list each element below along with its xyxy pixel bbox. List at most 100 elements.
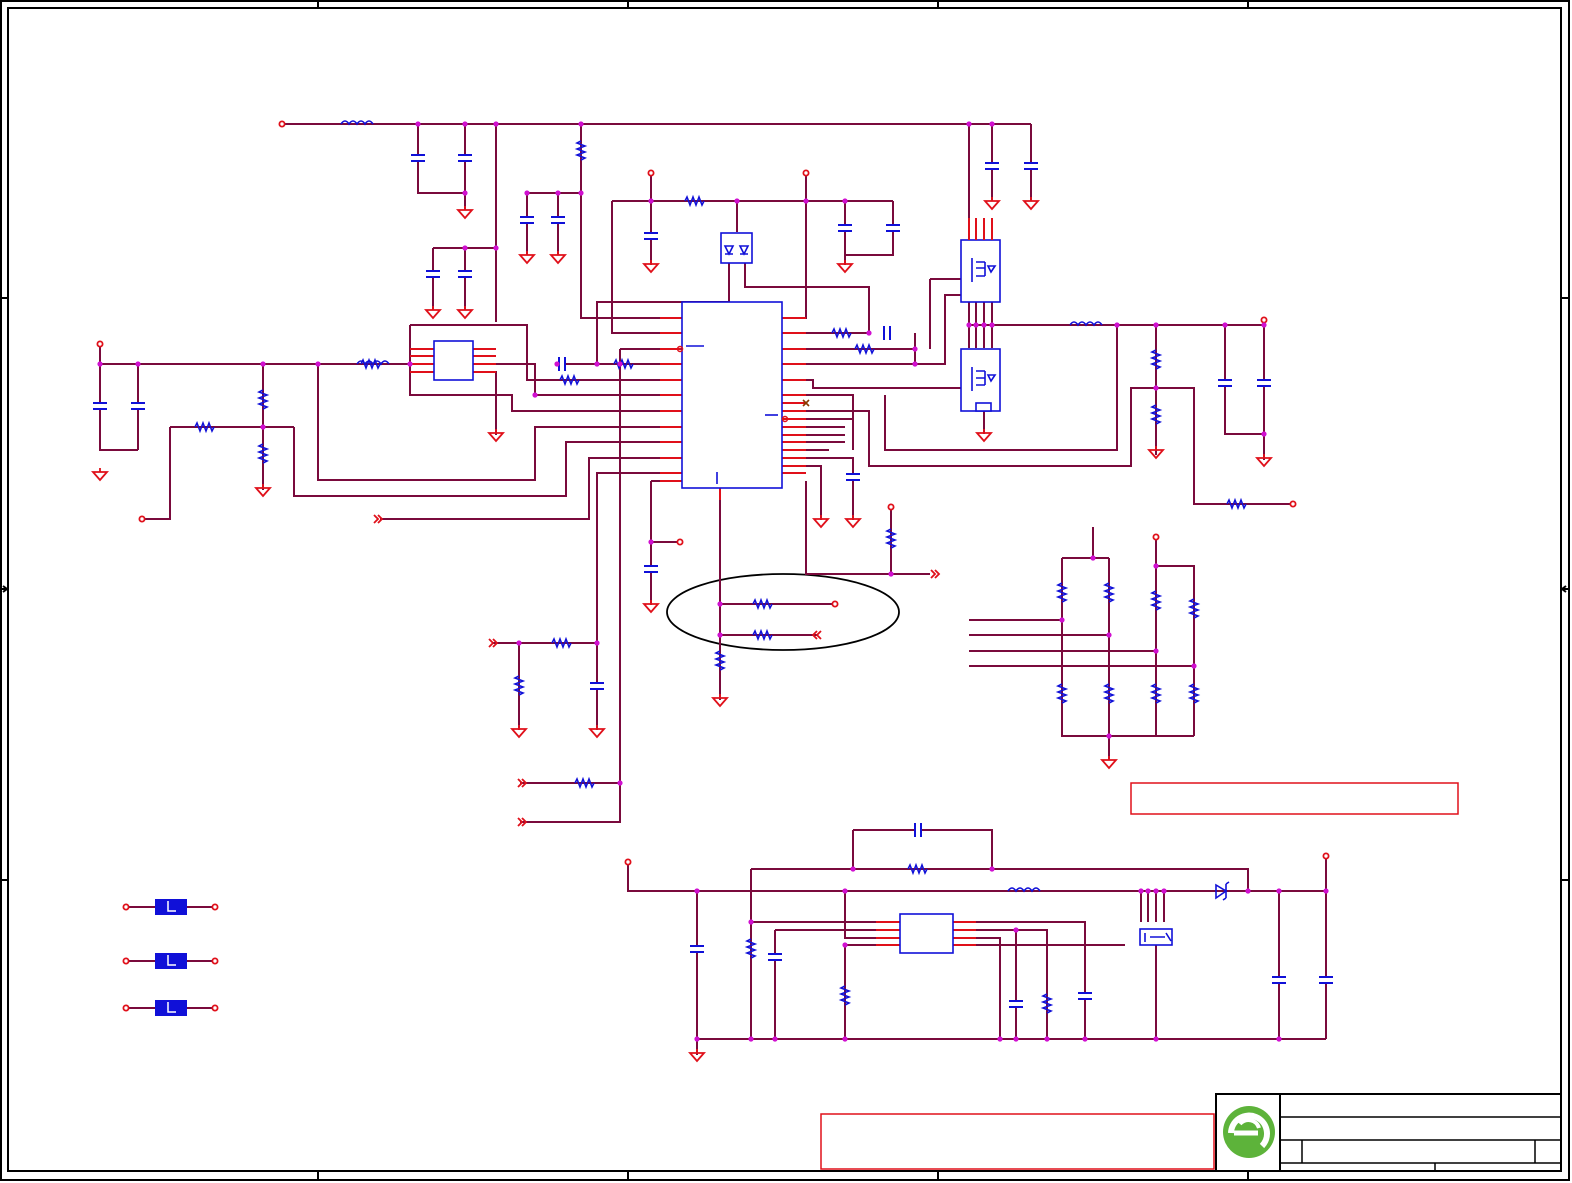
net-port bbox=[887, 503, 895, 511]
ground-icon bbox=[983, 197, 1001, 211]
junction-dot bbox=[415, 121, 421, 127]
note-box-right bbox=[1130, 782, 1459, 815]
ground-icon bbox=[91, 468, 109, 482]
junction-dot bbox=[1106, 733, 1112, 739]
capacitor-symbol bbox=[885, 224, 901, 232]
port-arrow-icon bbox=[930, 569, 941, 579]
port-arrow-icon bbox=[373, 514, 384, 524]
sheet-frame bbox=[0, 0, 1570, 1181]
net-port bbox=[211, 903, 219, 911]
ground-icon bbox=[549, 251, 567, 265]
resistor-symbol bbox=[574, 140, 588, 161]
net-port bbox=[831, 600, 839, 608]
junction-dot bbox=[989, 866, 995, 872]
junction-dot bbox=[532, 392, 538, 398]
junction-dot bbox=[594, 361, 600, 367]
capacitor-symbol bbox=[1077, 992, 1093, 1000]
resistor-symbol bbox=[1149, 683, 1163, 704]
resistor-symbol bbox=[752, 597, 773, 611]
capacitor-symbol bbox=[689, 945, 705, 953]
junction-dot bbox=[1013, 1036, 1019, 1042]
net-port bbox=[138, 515, 146, 523]
resistor-symbol bbox=[1187, 683, 1201, 704]
ground-icon bbox=[812, 515, 830, 529]
resistor-symbol bbox=[884, 528, 898, 549]
ground-icon bbox=[456, 306, 474, 320]
capacitor-symbol bbox=[883, 325, 891, 341]
junction-dot bbox=[717, 601, 723, 607]
capacitor-symbol bbox=[1318, 976, 1334, 984]
capacitor-symbol bbox=[1271, 976, 1287, 984]
resistor-symbol bbox=[1102, 582, 1116, 603]
junction-dot bbox=[717, 632, 723, 638]
capacitor-symbol bbox=[914, 822, 922, 838]
junction-dot bbox=[493, 121, 499, 127]
dual-diode bbox=[720, 232, 753, 264]
junction-dot bbox=[1261, 431, 1267, 437]
capacitor-symbol bbox=[457, 270, 473, 278]
junction-dot bbox=[462, 190, 468, 196]
ground-icon bbox=[510, 725, 528, 739]
junction-dot bbox=[842, 942, 848, 948]
ground-icon bbox=[1022, 197, 1040, 211]
port-arrow-icon bbox=[517, 778, 528, 788]
net-port bbox=[1322, 852, 1330, 860]
junction-dot bbox=[1276, 1036, 1282, 1042]
junction-dot bbox=[842, 198, 848, 204]
junction-dot bbox=[516, 640, 522, 646]
junction-dot bbox=[888, 571, 894, 577]
junction-dot bbox=[1222, 322, 1228, 328]
junction-dot bbox=[260, 424, 266, 430]
ground-icon bbox=[642, 600, 660, 614]
junction-dot bbox=[803, 198, 809, 204]
junction-dot bbox=[748, 919, 754, 925]
junction-dot bbox=[748, 1036, 754, 1042]
junction-dot bbox=[617, 361, 623, 367]
title-block bbox=[1215, 1093, 1562, 1172]
capacitor-symbol bbox=[837, 224, 853, 232]
input-ic bbox=[433, 340, 474, 381]
highlight-ellipse bbox=[666, 573, 900, 651]
net-port bbox=[676, 538, 684, 546]
junction-dot bbox=[407, 361, 413, 367]
high-side-mosfet bbox=[960, 218, 1001, 303]
ground-icon bbox=[1100, 756, 1118, 770]
resistor-symbol bbox=[854, 342, 875, 356]
junction-dot bbox=[966, 121, 972, 127]
net-ports bbox=[96, 120, 1330, 1012]
net-port bbox=[647, 169, 655, 177]
net-port bbox=[211, 957, 219, 965]
junction-dot bbox=[1153, 563, 1159, 569]
schematic-sheet bbox=[0, 0, 1570, 1181]
junction-dot bbox=[1276, 888, 1282, 894]
port-arrow-icon bbox=[811, 630, 822, 640]
junction-dot bbox=[648, 539, 654, 545]
capacitor-symbol bbox=[550, 216, 566, 224]
resistor-symbol bbox=[1055, 582, 1069, 603]
junction-dot bbox=[462, 121, 468, 127]
net-port bbox=[278, 120, 286, 128]
junction-dot bbox=[493, 245, 499, 251]
resistor-symbol bbox=[1149, 349, 1163, 370]
resistor-symbol bbox=[1149, 590, 1163, 611]
capacitor-symbol bbox=[1217, 379, 1233, 387]
junction-dot bbox=[1153, 1036, 1159, 1042]
net-port bbox=[122, 1004, 130, 1012]
junction-dot bbox=[1090, 555, 1096, 561]
junction-dot bbox=[989, 121, 995, 127]
capacitor-symbol bbox=[984, 162, 1000, 170]
resistor-symbol bbox=[194, 420, 215, 434]
capacitor-symbol bbox=[589, 682, 605, 690]
junction-dot bbox=[260, 361, 266, 367]
capacitor-symbol bbox=[425, 270, 441, 278]
junction-dot bbox=[842, 1036, 848, 1042]
ground-icon bbox=[642, 260, 660, 274]
ground-icon bbox=[588, 725, 606, 739]
low-side-mosfet bbox=[960, 348, 1001, 412]
net-port bbox=[96, 340, 104, 348]
junction-dot bbox=[578, 121, 584, 127]
junction-dot bbox=[734, 198, 740, 204]
junction-dot bbox=[135, 361, 141, 367]
junction-dot bbox=[315, 361, 321, 367]
capacitor-symbol bbox=[643, 565, 659, 573]
